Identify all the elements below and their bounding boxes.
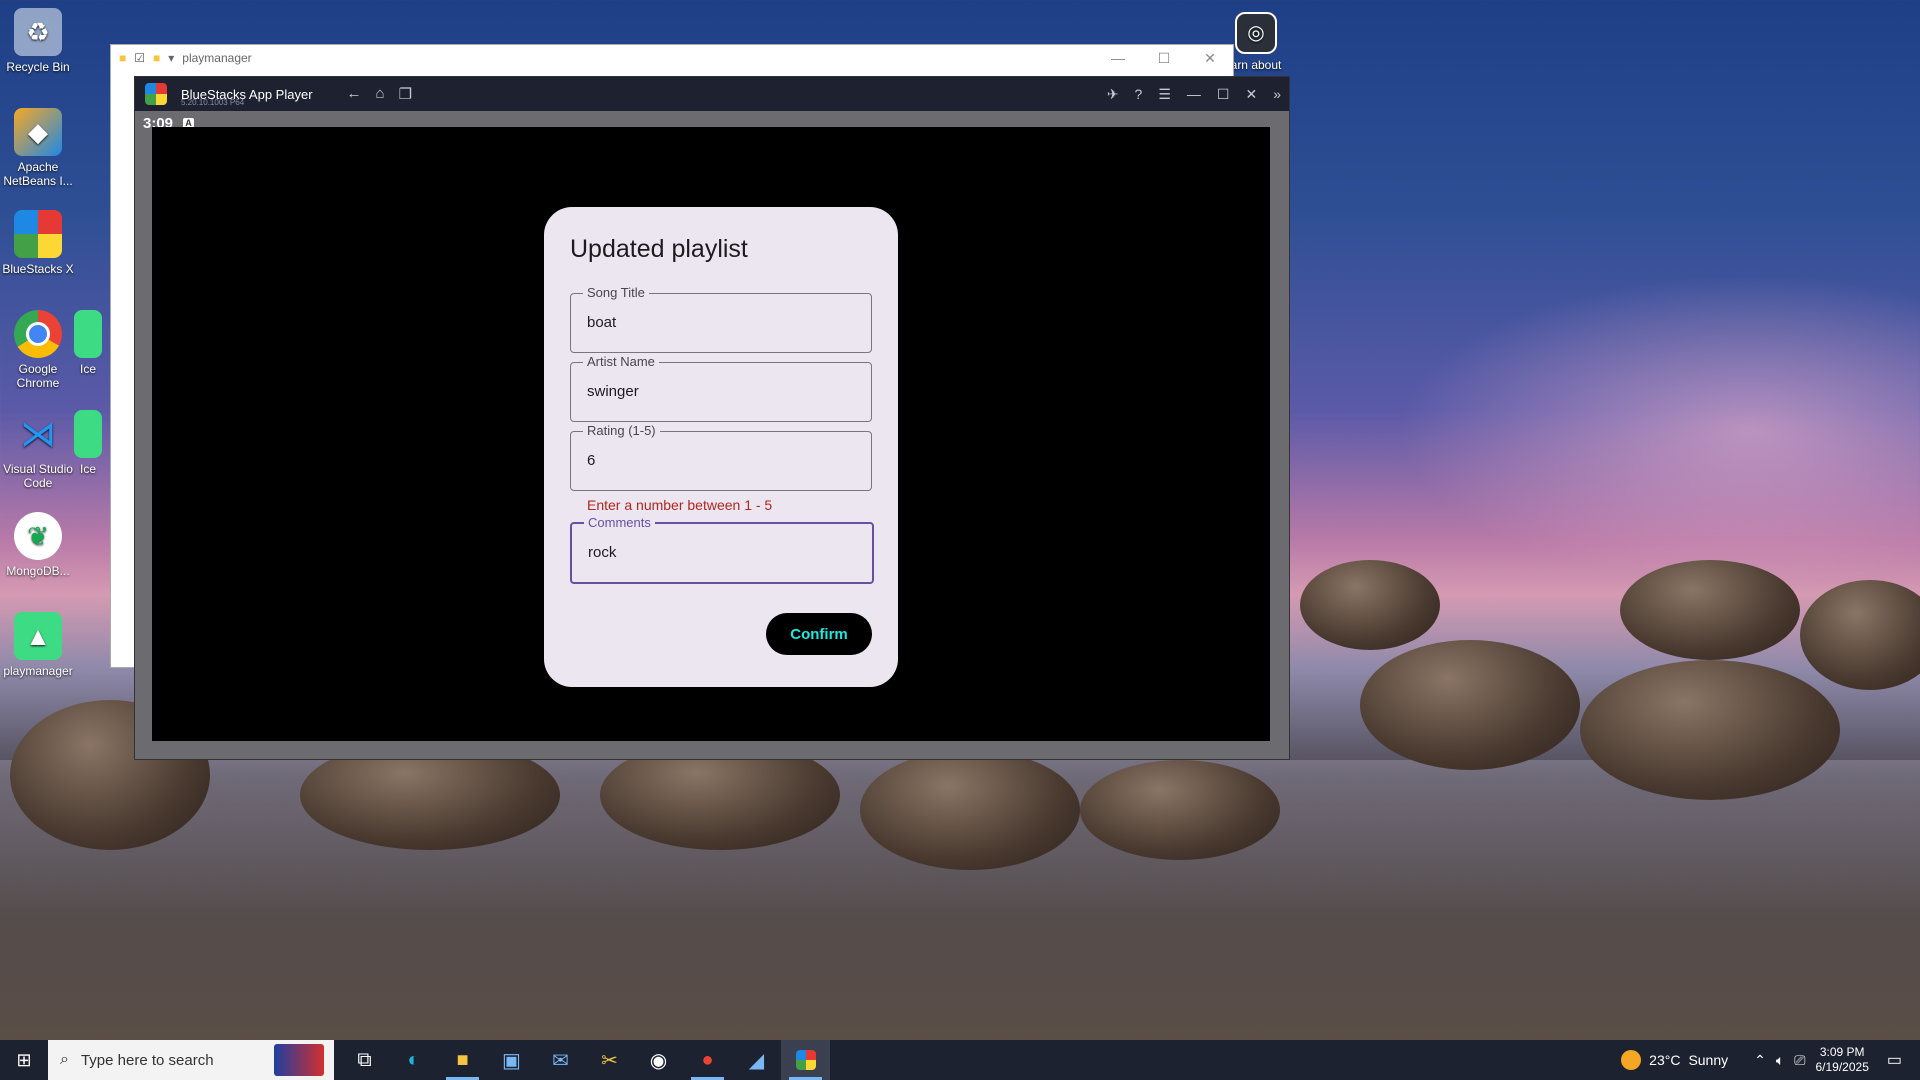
update-playlist-dialog: Updated playlist Song Title boat Artist … [544,207,898,687]
chrome-icon [14,310,62,358]
rating-input[interactable]: 6 [587,452,847,469]
store-icon[interactable]: ▣ [487,1040,536,1080]
app-icon[interactable]: ◉ [634,1040,683,1080]
confirm-button[interactable]: Confirm [766,613,872,655]
close-icon[interactable]: ✕ [1187,45,1233,71]
desktop-icon-recycle-bin[interactable]: ♻ Recycle Bin [0,8,76,74]
chrome-taskbar-icon[interactable]: ● [683,1040,732,1080]
chevron-down-icon[interactable]: ▾ [168,51,174,65]
network-icon[interactable]: ⎚ [1794,1052,1805,1069]
desktop-icon-ice-2[interactable]: Ice [68,410,108,476]
wallpaper-rock [1080,760,1280,860]
folder-icon: ■ [119,51,127,65]
artist-name-input[interactable]: swinger [587,383,847,400]
search-highlight-image [274,1044,324,1076]
mongodb-icon: ❦ [14,512,62,560]
dialog-title: Updated playlist [570,235,748,263]
clock-date: 6/19/2025 [1815,1060,1869,1074]
mail-icon[interactable]: ✉ [536,1040,585,1080]
desktop-icon-ice-1[interactable]: Ice [68,310,108,376]
file-explorer-icon[interactable]: ■ [438,1040,487,1080]
bluestacks-icon [14,210,62,258]
taskbar-search[interactable]: ⌕ Type here to search [48,1040,334,1080]
desktop-icon-netbeans[interactable]: ◆ Apache NetBeans I... [0,108,76,188]
comments-field[interactable]: Comments rock [570,515,874,584]
explorer-titlebar: ■ ☑ ■ ▾ playmanager [111,45,1233,71]
windows-start-icon[interactable]: ⊞ [0,1040,48,1080]
netbeans-icon: ◆ [14,108,62,156]
learn-about-icon: ◎ [1235,12,1277,54]
system-tray: 23°C Sunny ⌃ 🔈︎ ⎚ 3:09 PM 6/19/2025 ▭ [1621,1040,1920,1080]
notifications-icon[interactable]: ▭ [1887,1050,1902,1070]
search-placeholder: Type here to search [80,1051,214,1069]
checkbox-icon: ☑ [134,51,146,65]
bluestacks-version: 5.20.10.1003 P64 [181,98,245,107]
pin-icon[interactable]: ✈ [1107,86,1119,103]
edge-icon[interactable]: ◐ [389,1040,438,1080]
recycle-bin-icon: ♻ [14,8,62,56]
desktop-icon-chrome[interactable]: Google Chrome [0,310,76,390]
rating-error-text: Enter a number between 1 - 5 [587,497,773,513]
desktop-icon-playmanager[interactable]: ▲ playmanager [0,612,76,678]
folder-icon: ■ [153,51,161,65]
minimize-icon[interactable]: — [1095,45,1141,71]
bluestacks-titlebar: BlueStacks App Player 5.20.10.1003 P64 ←… [135,77,1289,111]
maximize-icon[interactable]: ☐ [1217,86,1230,103]
wallpaper-rock [1580,660,1840,800]
song-title-field[interactable]: Song Title boat [570,285,872,353]
maximize-icon[interactable]: ☐ [1141,45,1187,71]
song-title-label: Song Title [583,285,649,300]
android-screen: Updated playlist Song Title boat Artist … [152,127,1270,741]
volume-icon[interactable]: 🔈︎ [1776,1052,1784,1069]
weather-desc: Sunny [1688,1052,1729,1068]
bluestacks-window[interactable]: BlueStacks App Player 5.20.10.1003 P64 ←… [134,76,1290,760]
taskbar: ⊞ ⌕ Type here to search ⧉ ◐ ■ ▣ ✉ ✂ ◉ ● … [0,1040,1920,1080]
wallpaper-rock [1620,560,1800,660]
expand-sidebar-icon[interactable]: » [1273,86,1281,102]
desktop-icon-bluestacks[interactable]: BlueStacks X [0,210,76,276]
vscode-icon: ⋊ [20,413,56,454]
wallpaper-rock [1800,580,1920,690]
desktop-icon-vscode[interactable]: ⋊ Visual Studio Code [0,410,76,491]
snipping-tool-icon[interactable]: ✂ [585,1040,634,1080]
task-view-icon[interactable]: ⧉ [340,1040,389,1080]
recent-apps-icon[interactable]: ❐ [399,85,412,103]
wallpaper-rock [860,750,1080,870]
close-icon[interactable]: ✕ [1245,86,1257,103]
home-icon[interactable]: ⌂ [376,85,385,103]
artist-name-label: Artist Name [583,354,659,369]
explorer-title: playmanager [182,51,252,65]
wallpaper-rock [1300,560,1440,650]
search-icon: ⌕ [60,1051,69,1068]
song-title-input[interactable]: boat [587,314,847,331]
rating-field[interactable]: Rating (1-5) 6 [570,423,872,491]
wallpaper-rock [1360,640,1580,770]
menu-icon[interactable]: ☰ [1158,86,1171,103]
bluestacks-taskbar-icon[interactable] [781,1040,830,1080]
rating-label: Rating (1-5) [583,423,660,438]
weather-temp: 23°C [1649,1052,1681,1068]
android-icon [74,310,102,358]
bluestacks-logo-icon [145,83,167,105]
android-icon: ▲ [14,612,62,660]
desktop-icon-mongodb[interactable]: ❦ MongoDB... [0,512,76,578]
bluestacks-icon [795,1050,816,1070]
ssh-client-icon[interactable]: ◢ [732,1040,781,1080]
comments-label: Comments [584,515,655,530]
taskbar-clock[interactable]: 3:09 PM 6/19/2025 [1815,1045,1868,1075]
sun-icon [1621,1050,1642,1070]
minimize-icon[interactable]: — [1187,86,1201,102]
android-icon [74,410,102,458]
artist-name-field[interactable]: Artist Name swinger [570,354,872,422]
clock-time: 3:09 PM [1819,1045,1865,1059]
comments-input[interactable]: rock [588,544,848,561]
weather-widget[interactable]: 23°C Sunny [1621,1050,1728,1070]
chevron-up-icon[interactable]: ⌃ [1754,1052,1766,1069]
help-icon[interactable]: ? [1135,86,1143,102]
back-arrow-icon[interactable]: ← [347,85,362,103]
